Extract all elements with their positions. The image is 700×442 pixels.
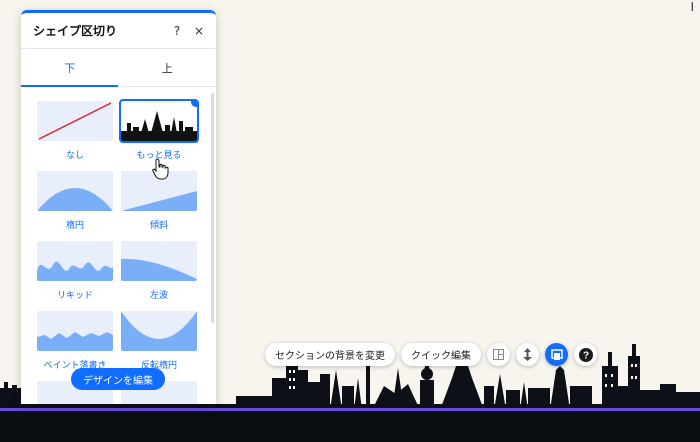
shape-thumbnail bbox=[37, 101, 113, 141]
shape-option-ellipse[interactable]: 楕円 bbox=[37, 171, 113, 231]
active-tab-indicator bbox=[21, 85, 118, 87]
quick-edit-button[interactable]: クイック編集 bbox=[401, 343, 481, 366]
shape-option-inverted-ellipse[interactable]: 反転楕円 bbox=[121, 311, 197, 371]
svg-text:?: ? bbox=[582, 350, 588, 361]
tab-bottom[interactable]: 下 bbox=[21, 49, 119, 86]
section-divider-line bbox=[0, 408, 700, 411]
shape-divider-panel: シェイプ区切り ? × 下 上 なし もっと見る 楕円 傾斜 リキッド 左波 ペ… bbox=[21, 10, 216, 404]
help-icon[interactable]: ? bbox=[172, 24, 182, 38]
help-icon[interactable]: ? bbox=[574, 343, 597, 366]
close-icon[interactable]: × bbox=[194, 24, 204, 38]
edit-section-icon[interactable] bbox=[545, 343, 568, 366]
layout-icon[interactable] bbox=[487, 343, 510, 366]
hand-cursor-icon bbox=[152, 158, 169, 180]
position-tabs: 下 上 bbox=[21, 49, 216, 87]
cursor-text-icon: I bbox=[690, 0, 694, 14]
anchor-icon[interactable] bbox=[516, 343, 539, 366]
shape-thumbnail bbox=[37, 241, 113, 281]
shape-label: リキッド bbox=[56, 291, 93, 301]
shape-option-slope[interactable]: 傾斜 bbox=[121, 171, 197, 231]
edit-design-button[interactable]: デザインを編集 bbox=[71, 368, 165, 390]
shape-label: 楕円 bbox=[65, 221, 84, 231]
panel-title: シェイプ区切り bbox=[33, 24, 118, 38]
shape-thumbnail bbox=[121, 241, 197, 281]
change-section-background-button[interactable]: セクションの背景を変更 bbox=[265, 343, 395, 366]
shape-option-more[interactable]: もっと見る bbox=[119, 99, 199, 161]
shape-thumbnail bbox=[119, 99, 199, 143]
panel-scrollbar[interactable] bbox=[211, 93, 214, 323]
shape-thumbnail bbox=[37, 171, 113, 211]
shape-option-paint-scribble[interactable]: ペイント落書き bbox=[37, 311, 113, 371]
tab-top[interactable]: 上 bbox=[119, 49, 217, 86]
shape-thumbnail bbox=[37, 311, 113, 351]
shape-label: 左波 bbox=[149, 291, 168, 301]
panel-header: シェイプ区切り ? × bbox=[21, 13, 216, 49]
shape-label: 傾斜 bbox=[149, 221, 168, 231]
shape-option-liquid[interactable]: リキッド bbox=[37, 241, 113, 301]
shape-label: なし bbox=[65, 151, 84, 161]
shape-option-none[interactable]: なし bbox=[37, 101, 113, 161]
shape-option-left-wave[interactable]: 左波 bbox=[121, 241, 197, 301]
shape-thumbnail bbox=[121, 311, 197, 351]
section-toolbar: セクションの背景を変更 クイック編集 ? bbox=[265, 343, 597, 366]
